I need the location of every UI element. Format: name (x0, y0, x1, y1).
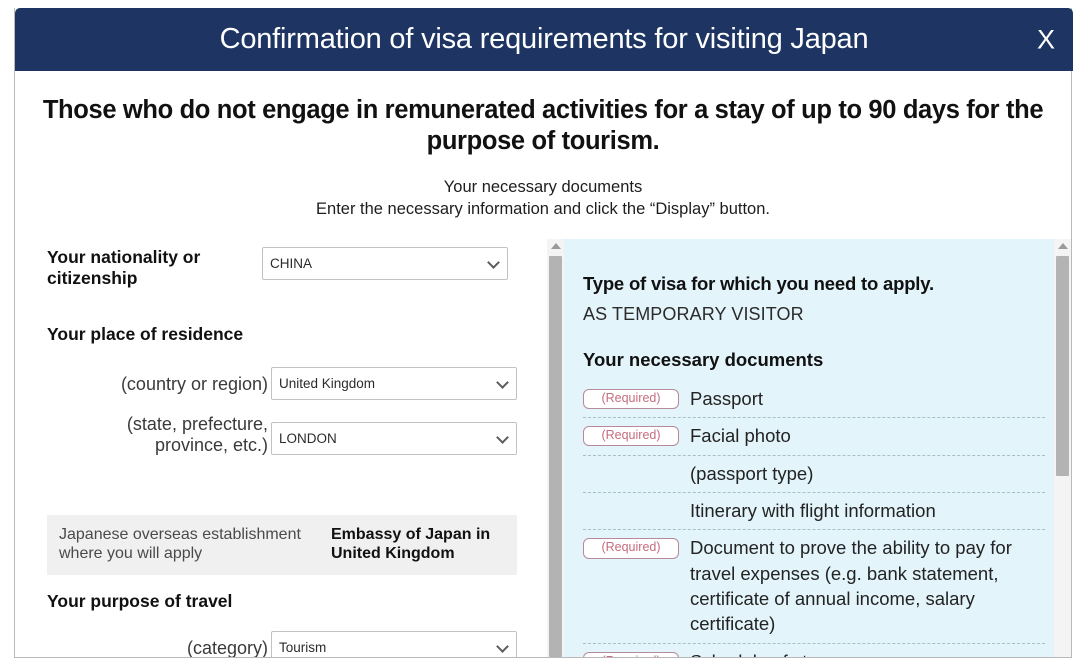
embassy-info-value: Embassy of Japan in United Kingdom (331, 526, 491, 563)
purpose-category-select-wrap[interactable]: Tourism (271, 631, 517, 657)
embassy-info-label: Japanese overseas establishment where yo… (59, 526, 301, 563)
required-badge: (Required) (583, 651, 679, 657)
residence-state-label: (state, prefecture, province, etc.) (126, 414, 268, 455)
residence-country-select[interactable]: United Kingdom (271, 367, 517, 400)
residence-country-label: (country or region) (120, 374, 268, 394)
purpose-category-label: (category) (186, 638, 268, 657)
document-label: (passport type) (690, 462, 814, 484)
dialog-body: Those who do not engage in remunerated a… (15, 71, 1071, 657)
embassy-info-row: Japanese overseas establishment where yo… (47, 515, 517, 576)
subheading-line-2: Enter the necessary information and clic… (316, 199, 770, 218)
result-scrollbar-right[interactable] (1054, 239, 1071, 657)
nationality-select[interactable]: CHINA (262, 247, 508, 280)
documents-heading: Your necessary documents (583, 349, 824, 370)
content-columns: Your nationality or citizenship CHINA Yo… (15, 239, 1071, 657)
page-subheading: Your necessary documents Enter the neces… (15, 177, 1071, 221)
dialog-title: Confirmation of visa requirements for vi… (219, 23, 869, 55)
document-label: Document to prove the ability to pay for… (690, 537, 1012, 635)
document-list-item: Itinerary with flight information (583, 493, 1045, 531)
close-icon[interactable]: X (1037, 26, 1055, 53)
required-badge: (Required) (583, 426, 679, 447)
nationality-label: Your nationality or citizenship (47, 247, 201, 288)
input-form-panel: Your nationality or citizenship CHINA Yo… (15, 239, 535, 657)
scrollbar-thumb[interactable] (549, 256, 562, 657)
subheading-line-1: Your necessary documents (443, 178, 643, 197)
document-list-item: (Required) Document to prove the ability … (583, 530, 1045, 644)
scroll-up-arrow-icon[interactable] (1057, 243, 1068, 249)
document-label: Facial photo (690, 425, 791, 447)
required-badge: (Required) (583, 389, 679, 410)
visa-confirmation-dialog: Confirmation of visa requirements for vi… (14, 8, 1073, 658)
document-list-item: (Required) Facial photo (583, 418, 1045, 456)
document-label: Itinerary with flight information (690, 500, 936, 522)
badge-placeholder (583, 501, 679, 508)
nationality-select-wrap[interactable]: CHINA (262, 247, 508, 280)
scrollbar-thumb[interactable] (1056, 256, 1069, 476)
residence-state-select-wrap[interactable]: LONDON (271, 422, 517, 455)
required-badge: (Required) (583, 538, 679, 559)
documents-list: (Required) Passport (Required) Facial photo… (583, 381, 1045, 657)
page-headline: Those who do not engage in remunerated a… (42, 96, 1044, 156)
residence-label: Your place of residence (47, 324, 244, 344)
purpose-category-select[interactable]: Tourism (271, 631, 517, 657)
necessary-documents-panel: Type of visa for which you need to apply… (547, 239, 1071, 657)
document-list-item: (passport type) (583, 456, 1045, 494)
result-content: Type of visa for which you need to apply… (583, 239, 1045, 657)
badge-placeholder (583, 464, 679, 471)
scroll-up-arrow-icon[interactable] (550, 243, 561, 249)
dialog-titlebar: Confirmation of visa requirements for vi… (15, 8, 1073, 71)
residence-country-select-wrap[interactable]: United Kingdom (271, 367, 517, 400)
document-list-item: (Required)Schedule of stay (583, 644, 1045, 657)
residence-state-select[interactable]: LONDON (271, 422, 517, 455)
visa-type-value: AS TEMPORARY VISITOR (583, 304, 804, 324)
result-scrollbar-left[interactable] (547, 239, 564, 657)
purpose-label: Your purpose of travel (47, 591, 233, 611)
visa-type-heading: Type of visa for which you need to apply… (583, 273, 934, 294)
document-list-item: (Required) Passport (583, 381, 1045, 419)
document-label: Passport (690, 388, 764, 409)
result-panel-column: Type of visa for which you need to apply… (535, 239, 1071, 657)
